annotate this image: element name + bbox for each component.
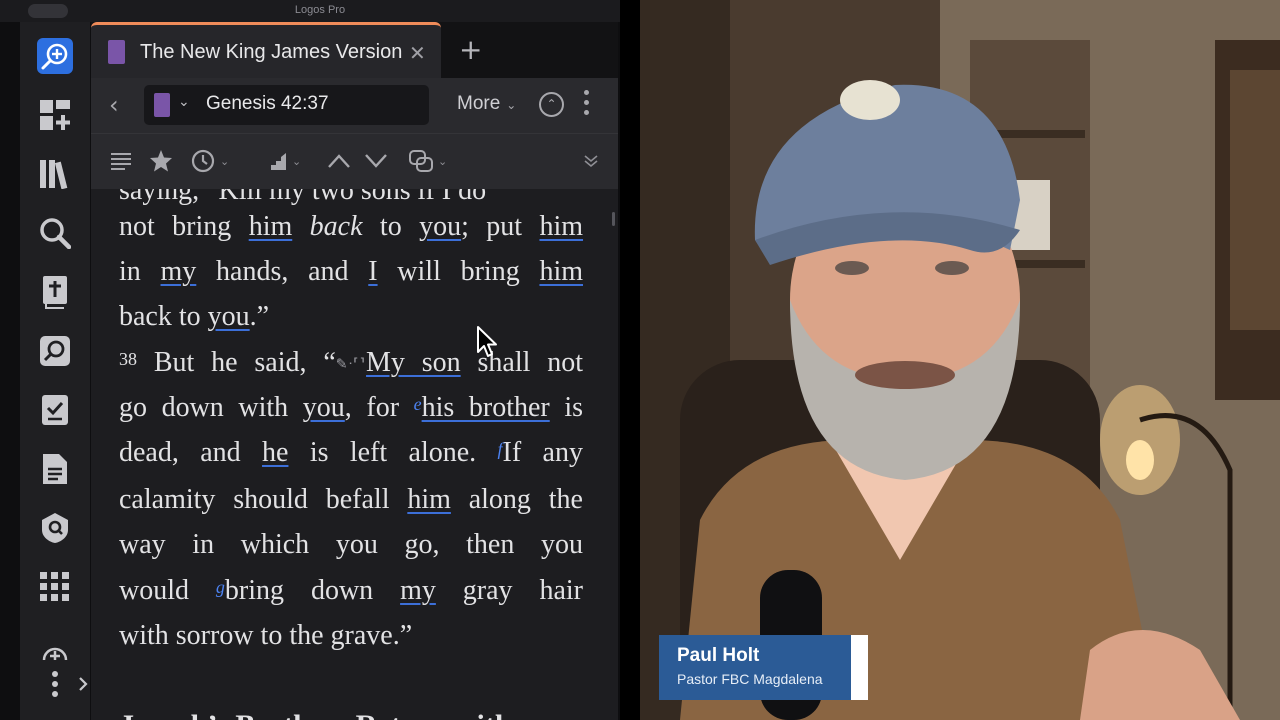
linked-word[interactable]: you: [303, 392, 345, 423]
verse-number[interactable]: 38: [119, 349, 137, 369]
scrollbar-thumb[interactable]: [612, 212, 615, 226]
partial-text-line: saying, “Kill my two sons if I do: [119, 189, 487, 206]
previous-icon[interactable]: [328, 148, 350, 174]
search-plus-icon[interactable]: [36, 37, 74, 75]
lower-third-name-plate: Paul Holt Pastor FBC Magdalena: [659, 635, 851, 700]
sidebar: [20, 22, 90, 720]
presenter-role: Pastor FBC Magdalena: [677, 671, 823, 687]
linked-word[interactable]: you: [419, 211, 461, 242]
lower-third-accent-bar: [851, 635, 868, 700]
footnote-marker[interactable]: e: [414, 394, 422, 414]
text-line: way in which you go, then you: [119, 529, 583, 560]
bible-text-content[interactable]: saying, “Kill my two sons if I do not br…: [91, 189, 618, 720]
reference-input[interactable]: Genesis 42:37: [206, 93, 329, 115]
tab-title: The New King James Version: [140, 41, 403, 63]
book-cover-icon[interactable]: [154, 93, 170, 117]
checklist-icon[interactable]: [36, 391, 74, 429]
presenter-video-frame: [640, 0, 1280, 720]
text-line: back to you.”: [119, 301, 270, 332]
linked-word[interactable]: My son: [366, 347, 461, 378]
linked-word[interactable]: him: [539, 211, 583, 242]
linked-word[interactable]: his brother: [422, 392, 550, 423]
collapse-icon[interactable]: [584, 148, 598, 174]
text-line: with sorrow to the grave.”: [119, 620, 413, 651]
window-titlebar: Logos Pro: [0, 0, 640, 22]
reference-bar: ‹ ⌄ Genesis 42:37 More ⌄ ⌃: [91, 78, 618, 133]
bible-search-icon[interactable]: [36, 332, 74, 370]
more-button[interactable]: More ⌄: [457, 93, 516, 115]
bible-icon[interactable]: [36, 273, 74, 311]
annotation-marks-icon[interactable]: ✎ᐧ⸢⸣: [336, 357, 366, 373]
panel-menu-icon[interactable]: [111, 148, 131, 174]
tab-nkjv[interactable]: The New King James Version ✕: [91, 22, 441, 78]
footnote-marker[interactable]: f: [498, 439, 503, 459]
chevron-down-icon: ⌄: [506, 98, 517, 112]
library-icon[interactable]: [36, 155, 74, 193]
document-icon[interactable]: [36, 450, 74, 488]
more-label: More: [457, 93, 501, 114]
tab-bar: The New King James Version ✕ +: [91, 22, 618, 78]
history-icon[interactable]: ⌄: [191, 148, 229, 174]
text-line: go down with you, for ehis brother is: [119, 392, 583, 423]
link-sets-icon[interactable]: ⌄: [409, 148, 447, 174]
window-title: Logos Pro: [294, 4, 346, 16]
linked-word[interactable]: my: [400, 575, 436, 606]
linked-word[interactable]: him: [249, 211, 293, 242]
book-cover-icon: [108, 40, 125, 64]
text-line: calamity should befall him along the: [119, 484, 583, 515]
split-divider: [620, 0, 640, 720]
text-line: not bring him back to you; put him: [119, 211, 584, 242]
linked-word[interactable]: my: [161, 256, 197, 287]
panel-menu-kebab-icon[interactable]: [583, 90, 591, 120]
linked-word[interactable]: he: [262, 437, 288, 468]
bible-panel: The New King James Version ✕ + ‹ ⌄ Genes…: [91, 22, 618, 720]
linked-word[interactable]: him: [539, 256, 583, 287]
section-heading: Joseph’s Brothers Return with: [119, 709, 512, 720]
reference-box[interactable]: ⌄ Genesis 42:37: [144, 85, 429, 125]
dashboard-add-icon[interactable]: [36, 96, 74, 134]
next-icon[interactable]: [365, 148, 387, 174]
close-tab-icon[interactable]: ✕: [409, 41, 426, 65]
footnote-marker[interactable]: g: [216, 577, 225, 597]
presenter-video: [640, 0, 1280, 720]
mouse-pointer-icon: [476, 325, 498, 363]
back-button[interactable]: ‹: [109, 91, 119, 119]
linked-word[interactable]: I: [368, 256, 377, 287]
scroll-up-icon[interactable]: ⌃: [539, 92, 564, 117]
text-line: would gbring down my gray hair: [119, 575, 583, 606]
search-icon[interactable]: [36, 214, 74, 252]
shield-icon[interactable]: [36, 509, 74, 547]
visual-filter-icon[interactable]: ⌄: [265, 148, 301, 174]
add-tab-button[interactable]: +: [459, 33, 482, 66]
presenter-name: Paul Holt: [677, 645, 760, 666]
panel-toolbar: ⌄ ⌄ ⌄: [91, 133, 618, 189]
apps-grid-icon[interactable]: [36, 568, 74, 606]
logos-app: Logos Pro The New King James Version ✕ +…: [0, 0, 640, 720]
text-line: 38 But he said, “✎ᐧ⸢⸣My son shall not: [119, 347, 584, 378]
text-line: in my hands, and I will bring him: [119, 256, 583, 287]
more-vert-icon[interactable]: [36, 665, 74, 703]
text-line: dead, and he is left alone. fIf any: [119, 437, 583, 468]
chevron-down-icon[interactable]: ⌄: [178, 94, 190, 110]
linked-word[interactable]: him: [407, 484, 451, 515]
favorite-star-icon[interactable]: [149, 148, 173, 174]
linked-word[interactable]: you: [208, 301, 250, 332]
